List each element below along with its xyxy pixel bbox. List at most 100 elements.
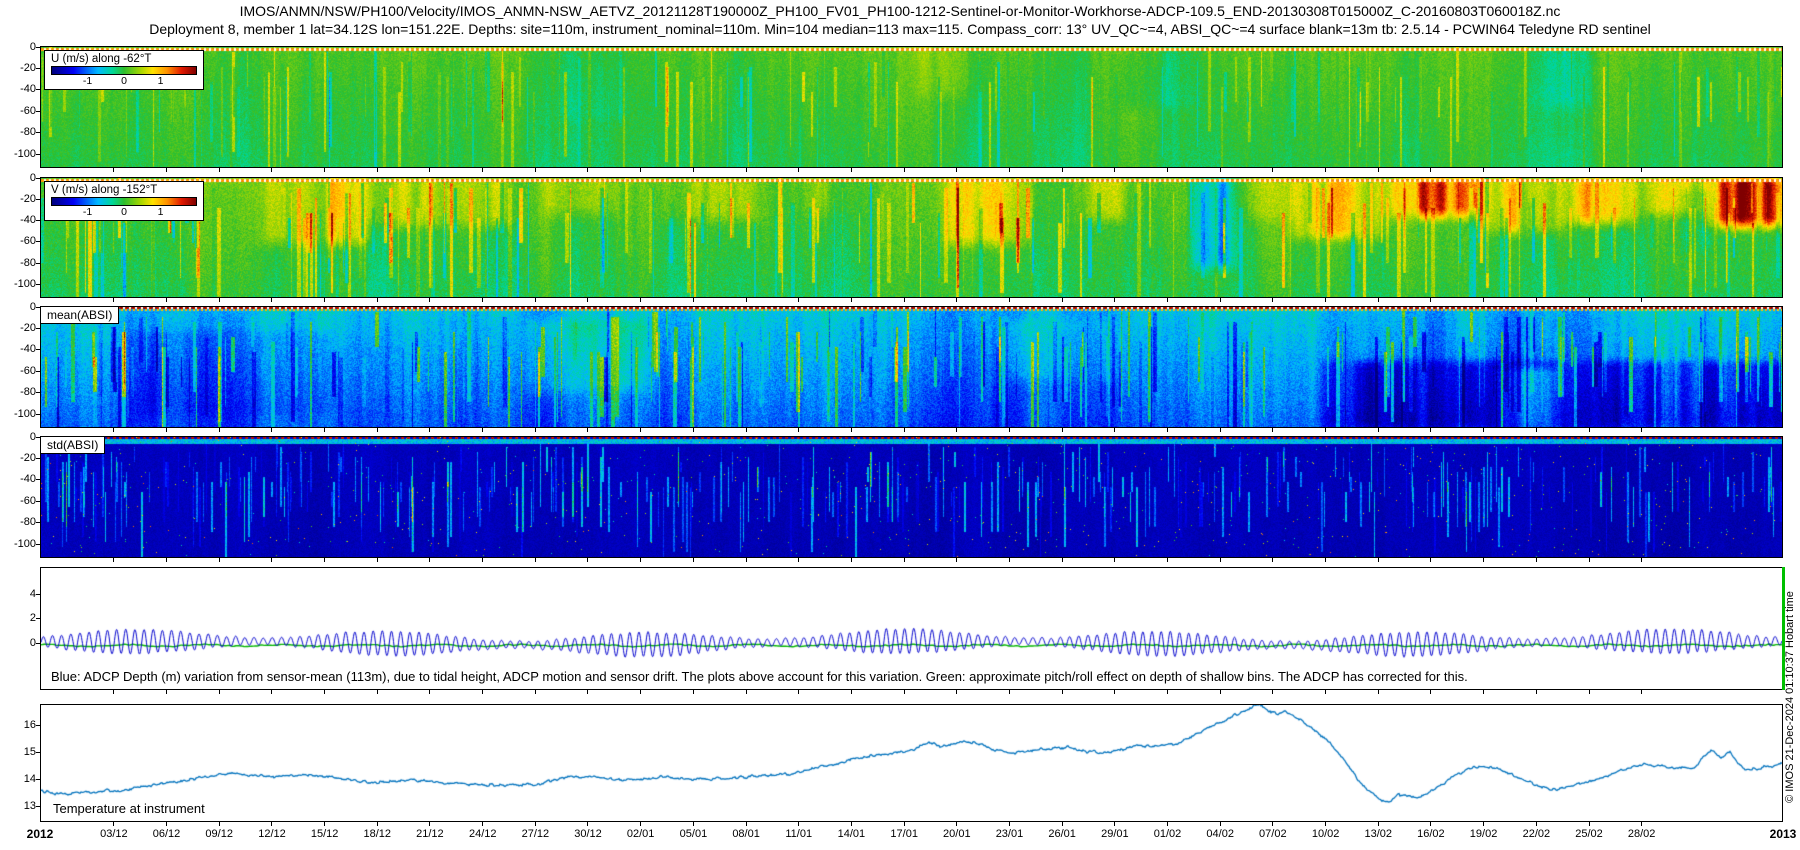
v-colorbar-tick: 0 (121, 206, 127, 218)
y-tick-label: -100 (2, 279, 36, 290)
x-tick (1220, 168, 1221, 172)
x-tick (535, 690, 536, 694)
x-tick (1483, 298, 1484, 302)
x-tick (219, 822, 220, 826)
x-tick (1378, 822, 1379, 826)
x-tick (1325, 298, 1326, 302)
y-tick-label: -20 (2, 453, 36, 464)
x-tick-label: 24/12 (461, 828, 505, 840)
y-tick-label: -60 (2, 236, 36, 247)
x-tick (1114, 822, 1115, 826)
x-tick-label: 21/12 (408, 828, 452, 840)
year-end-label: 2013 (1761, 827, 1800, 841)
std-absi-label: std(ABSI) (40, 436, 105, 454)
x-tick-label: 25/02 (1567, 828, 1611, 840)
depth-variation-note: Blue: ADCP Depth (m) variation from sens… (51, 669, 1468, 684)
x-tick (271, 428, 272, 432)
x-tick (1272, 558, 1273, 562)
x-tick (1220, 298, 1221, 302)
x-tick (640, 558, 641, 562)
x-tick (1114, 298, 1115, 302)
depth-variation-right-axis (1782, 567, 1785, 690)
x-tick-label: 10/02 (1304, 828, 1348, 840)
x-tick (956, 428, 957, 432)
x-tick (482, 822, 483, 826)
x-tick (1167, 298, 1168, 302)
x-tick (324, 558, 325, 562)
v-colorbar-tick: 1 (158, 206, 164, 218)
x-tick-label: 16/02 (1409, 828, 1453, 840)
y-tick (36, 501, 40, 502)
x-tick (798, 428, 799, 432)
u-legend-title: U (m/s) along -62°T (51, 53, 197, 65)
x-tick (640, 690, 641, 694)
x-tick (324, 690, 325, 694)
x-tick (746, 428, 747, 432)
x-tick (904, 428, 905, 432)
x-tick (904, 558, 905, 562)
y-tick (36, 220, 40, 221)
x-tick-label: 13/02 (1356, 828, 1400, 840)
y-tick (36, 178, 40, 179)
y-tick-label: 13 (2, 801, 36, 812)
x-tick (693, 690, 694, 694)
y-tick (36, 522, 40, 523)
x-tick (1641, 428, 1642, 432)
x-tick-label: 08/01 (724, 828, 768, 840)
x-tick (1062, 168, 1063, 172)
panel-depth-variation: Blue: ADCP Depth (m) variation from sens… (40, 567, 1783, 690)
x-tick (1536, 558, 1537, 562)
x-tick (377, 822, 378, 826)
x-tick (587, 822, 588, 826)
y-tick-label: -40 (2, 344, 36, 355)
y-tick-label: -80 (2, 258, 36, 269)
x-tick (798, 558, 799, 562)
x-tick-label: 03/12 (92, 828, 136, 840)
x-tick (1483, 822, 1484, 826)
x-tick (1536, 428, 1537, 432)
x-tick (1167, 822, 1168, 826)
u-colorbar-tick: 0 (121, 75, 127, 87)
y-tick (36, 47, 40, 48)
v-colorbar-tick: -1 (83, 206, 92, 218)
x-tick (482, 558, 483, 562)
x-tick (535, 298, 536, 302)
x-tick (904, 822, 905, 826)
panel-v-velocity-heatmap: V (m/s) along -152°T -1 0 1 (40, 177, 1783, 298)
x-tick (1430, 168, 1431, 172)
x-tick (1114, 168, 1115, 172)
x-tick (956, 558, 957, 562)
figure-title-filename: IMOS/ANMN/NSW/PH100/Velocity/IMOS_ANMN-N… (0, 3, 1800, 19)
x-tick (1483, 690, 1484, 694)
temperature-canvas (41, 705, 1782, 821)
x-tick-label: 05/01 (671, 828, 715, 840)
y-tick-label: -20 (2, 194, 36, 205)
x-tick (324, 168, 325, 172)
x-tick (166, 690, 167, 694)
x-tick-label: 01/02 (1146, 828, 1190, 840)
x-tick (1325, 168, 1326, 172)
x-tick (904, 690, 905, 694)
y-tick-label: -100 (2, 409, 36, 420)
x-tick (587, 168, 588, 172)
y-tick-label: -80 (2, 517, 36, 528)
y-tick (36, 263, 40, 264)
x-tick (1589, 298, 1590, 302)
x-tick-label: 27/12 (513, 828, 557, 840)
x-tick (904, 298, 905, 302)
x-tick (113, 298, 114, 302)
x-tick (1167, 168, 1168, 172)
x-tick (166, 428, 167, 432)
panel-std-absi-heatmap: std(ABSI) (40, 436, 1783, 558)
x-tick (429, 558, 430, 562)
y-tick (36, 199, 40, 200)
y-tick-label: -80 (2, 387, 36, 398)
x-tick-label: 28/02 (1620, 828, 1664, 840)
x-tick (377, 168, 378, 172)
x-tick-label: 17/01 (882, 828, 926, 840)
x-tick (746, 690, 747, 694)
x-tick (1430, 298, 1431, 302)
x-tick (1483, 558, 1484, 562)
y-tick (36, 328, 40, 329)
y-tick (36, 779, 40, 780)
